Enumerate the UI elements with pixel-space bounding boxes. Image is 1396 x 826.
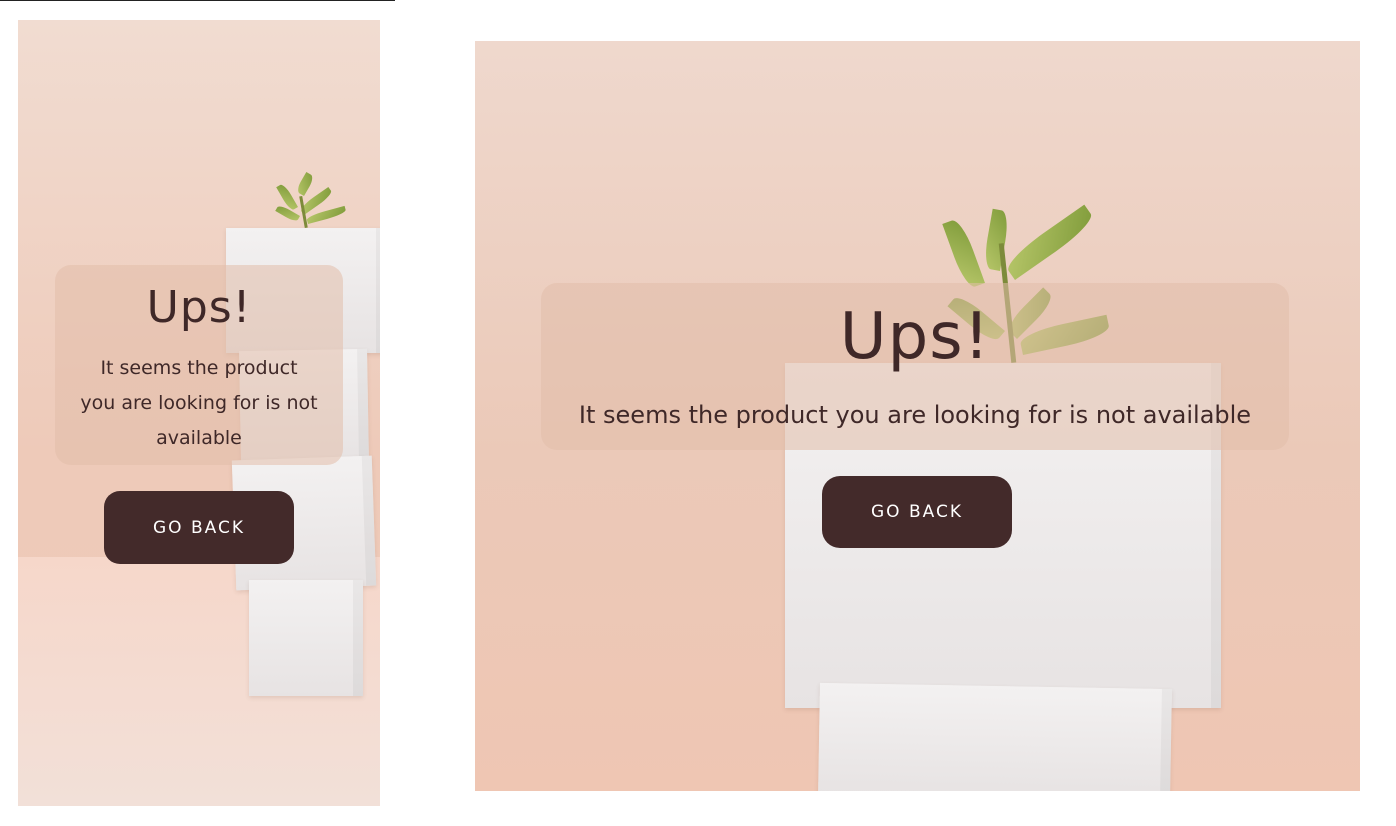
cube: [818, 682, 1172, 791]
error-title: Ups!: [839, 300, 991, 374]
go-back-button[interactable]: GO BACK: [822, 476, 1012, 548]
go-back-button[interactable]: GO BACK: [104, 491, 294, 564]
desktop-not-found-screen: Ups! It seems the product you are lookin…: [475, 41, 1360, 791]
error-title: Ups!: [146, 282, 252, 333]
error-message: It seems the product you are looking for…: [578, 401, 1252, 429]
cube: [249, 580, 363, 696]
mobile-not-found-screen: Ups! It seems the product you are lookin…: [18, 20, 380, 806]
error-message: It seems the product you are looking for…: [80, 357, 318, 449]
plant-icon: [272, 168, 352, 230]
top-divider: [0, 0, 395, 1]
